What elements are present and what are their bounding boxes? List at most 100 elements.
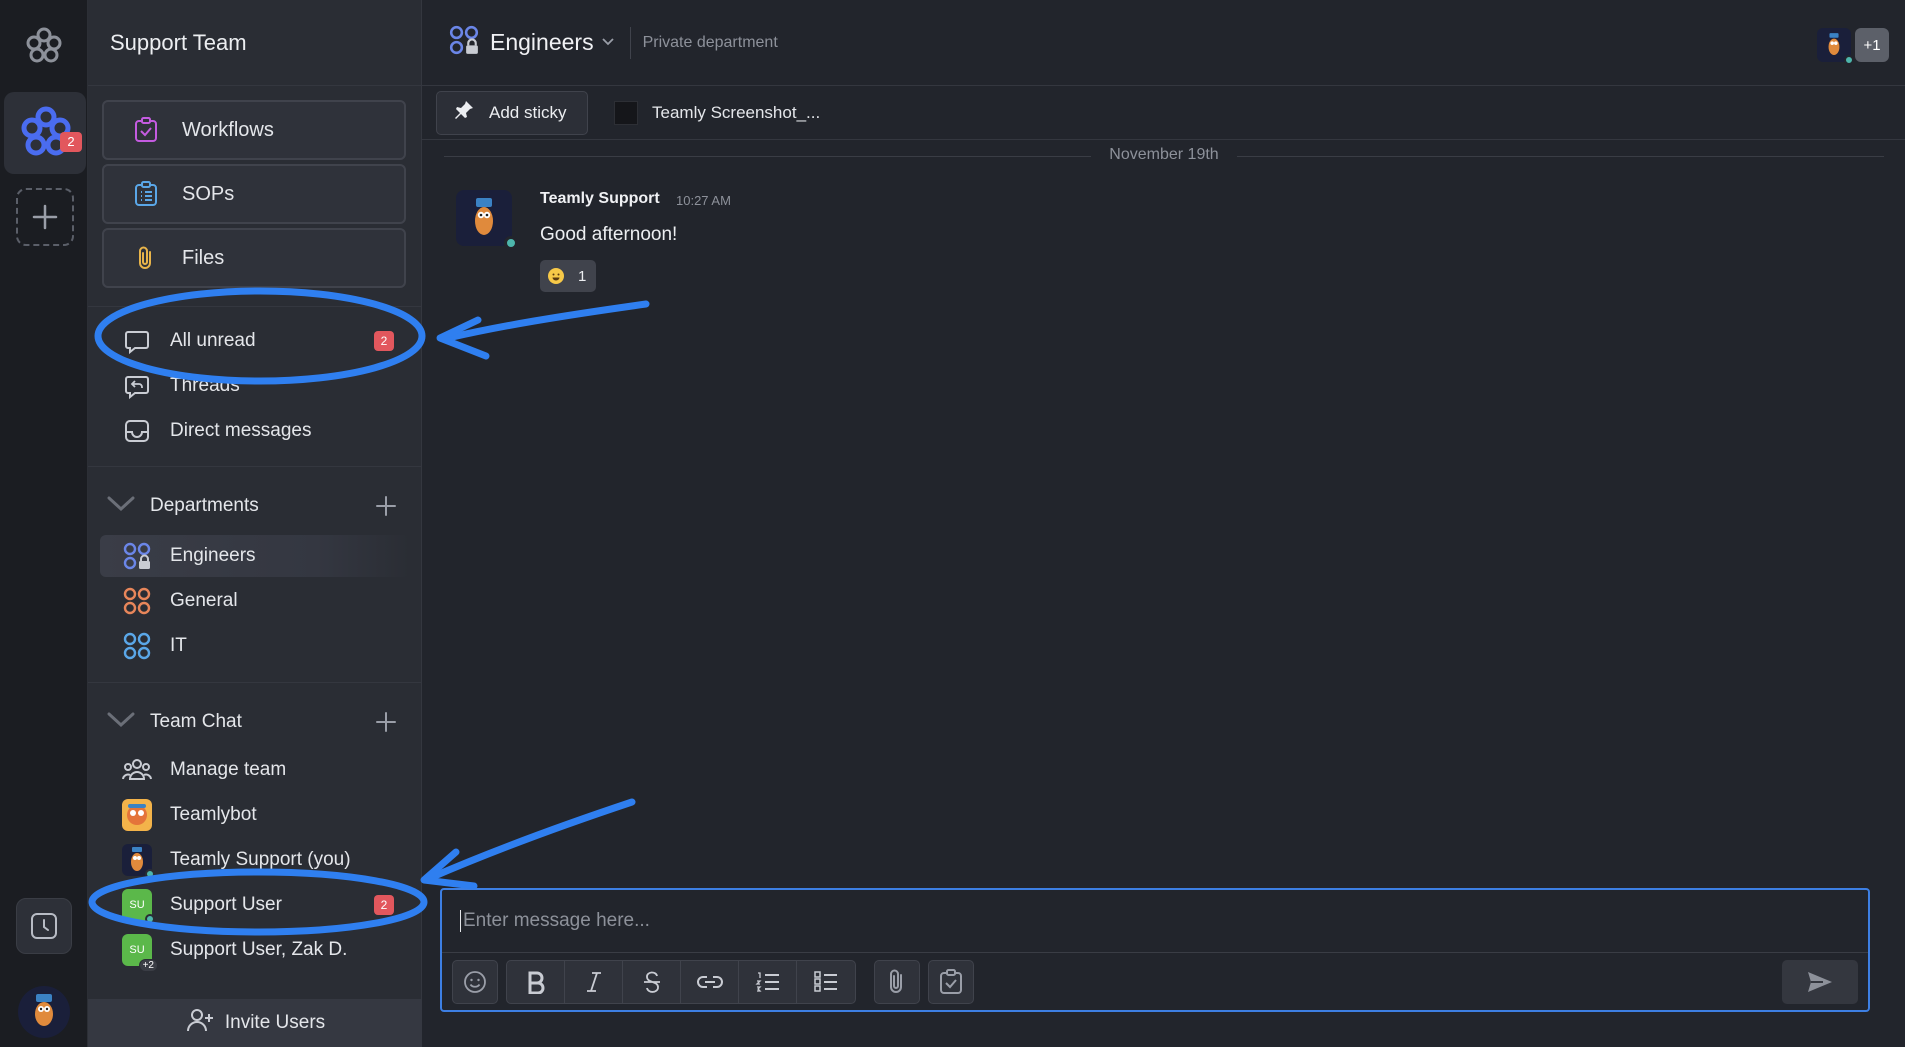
- teamly-support-avatar: [122, 844, 155, 879]
- workflows-button[interactable]: Workflows: [102, 100, 406, 160]
- add-chat-icon[interactable]: [374, 710, 398, 740]
- numbered-list-button[interactable]: [739, 961, 797, 1003]
- workspace-support-team[interactable]: 2: [4, 92, 86, 174]
- bullet-list-button[interactable]: [797, 961, 855, 1003]
- workspace-title: Support Team: [88, 0, 421, 86]
- sticky-toolbar: Add sticky Teamly Screenshot_...: [422, 86, 1905, 140]
- files-label: Files: [182, 246, 225, 269]
- department-general-label: General: [170, 590, 238, 611]
- divider: [629, 26, 631, 59]
- departments-header[interactable]: Departments: [100, 486, 410, 526]
- reaction-chip[interactable]: 1: [540, 260, 596, 292]
- emoji-button[interactable]: [453, 961, 497, 1003]
- italic-icon: [586, 972, 601, 992]
- inbox-icon: [122, 416, 152, 446]
- message-author-avatar[interactable]: [456, 190, 518, 250]
- task-group: [928, 960, 974, 1004]
- threads-icon: [122, 371, 152, 401]
- chat-teamlybot[interactable]: Teamlybot: [100, 794, 410, 836]
- department-lock-icon: [122, 541, 152, 571]
- message-author[interactable]: Teamly Support: [540, 190, 660, 208]
- emoji-group: [452, 960, 498, 1004]
- chat-support-user-zak[interactable]: SU +2 Support User, Zak D.: [100, 929, 410, 972]
- history-button[interactable]: [16, 898, 72, 954]
- divider: [88, 466, 422, 467]
- add-sticky-button[interactable]: Add sticky: [436, 90, 588, 135]
- smiley-icon: [464, 971, 486, 993]
- add-task-button[interactable]: [929, 961, 973, 1003]
- chat-support-user-zak-label: Support User, Zak D.: [170, 939, 348, 960]
- add-sticky-label: Add sticky: [489, 102, 567, 122]
- bold-icon: [528, 971, 544, 994]
- grinning-emoji-icon: [548, 268, 564, 284]
- file-tab[interactable]: Teamly Screenshot_...: [614, 100, 821, 125]
- member-avatar[interactable]: [1817, 28, 1854, 65]
- main-panel: Engineers Private department +1 Add stic…: [422, 0, 1905, 1047]
- chat-manage-team[interactable]: Manage team: [100, 749, 410, 791]
- invite-users-button[interactable]: Invite Users: [88, 999, 422, 1047]
- sops-label: SOPs: [182, 182, 235, 205]
- chat-bubble-icon: [122, 326, 152, 356]
- add-workspace-button[interactable]: [16, 188, 74, 246]
- clock-icon: [31, 913, 57, 939]
- department-general[interactable]: General: [100, 580, 410, 622]
- files-button[interactable]: Files: [102, 228, 406, 288]
- link-button[interactable]: [681, 961, 739, 1003]
- channel-title[interactable]: Engineers: [490, 29, 594, 56]
- team-chat-title: Team Chat: [150, 711, 242, 732]
- extra-members-count: +2: [138, 959, 158, 972]
- divider: [442, 952, 1868, 953]
- plus-icon: [32, 204, 58, 230]
- teamlybot-avatar: [122, 799, 152, 831]
- message-input-placeholder: Enter message here...: [463, 910, 650, 932]
- message-composer: Enter message here...: [440, 888, 1870, 1012]
- clipboard-check-icon: [940, 969, 962, 994]
- link-icon: [696, 976, 723, 988]
- attach-file-button[interactable]: [875, 961, 919, 1003]
- send-button[interactable]: [1782, 960, 1858, 1004]
- workspace-unread-badge: 2: [60, 132, 82, 152]
- format-group: [506, 960, 856, 1004]
- divider: [88, 682, 422, 683]
- chat-support-user[interactable]: SU Support User 2: [100, 884, 410, 926]
- nav-all-unread[interactable]: All unread 2: [100, 320, 410, 362]
- more-members-button[interactable]: +1: [1855, 28, 1889, 62]
- sops-button[interactable]: SOPs: [102, 164, 406, 224]
- department-icon: [122, 631, 152, 661]
- message-input[interactable]: Enter message here...: [460, 910, 650, 932]
- channel-subtitle: Private department: [642, 33, 778, 51]
- teamly-logo-icon: [22, 24, 66, 68]
- strikethrough-button[interactable]: [623, 961, 681, 1003]
- bold-button[interactable]: [507, 961, 565, 1003]
- department-engineers-label: Engineers: [170, 545, 256, 566]
- numbered-list-icon: [754, 972, 779, 992]
- chat-teamlybot-label: Teamlybot: [170, 804, 257, 825]
- workspace-rail: 2: [0, 0, 88, 1047]
- workflows-label: Workflows: [182, 118, 274, 141]
- add-department-icon[interactable]: [374, 494, 398, 524]
- chat-support-user-label: Support User: [170, 894, 282, 915]
- attach-group: [874, 960, 920, 1004]
- avatar-initials: SU: [129, 944, 145, 956]
- unread-count-badge: 2: [374, 895, 394, 915]
- online-status-dot: [504, 236, 518, 250]
- file-tab-label: Teamly Screenshot_...: [652, 102, 821, 122]
- departments-title: Departments: [150, 495, 259, 516]
- department-it[interactable]: IT: [100, 625, 410, 667]
- user-avatar[interactable]: [18, 986, 70, 1038]
- chevron-down-icon[interactable]: [600, 34, 616, 52]
- add-user-icon: [185, 1006, 215, 1040]
- chevron-down-icon: [106, 709, 140, 735]
- paperclip-icon: [130, 242, 162, 274]
- team-chat-header[interactable]: Team Chat: [100, 702, 410, 742]
- italic-button[interactable]: [565, 961, 623, 1003]
- unread-count-badge: 2: [374, 331, 394, 351]
- department-icon: [122, 586, 152, 616]
- department-engineers[interactable]: Engineers: [100, 535, 410, 577]
- nav-direct-messages[interactable]: Direct messages: [100, 410, 410, 452]
- chat-teamly-support[interactable]: Teamly Support (you): [100, 839, 410, 881]
- nav-threads[interactable]: Threads: [100, 365, 410, 407]
- strikethrough-icon: [643, 971, 660, 993]
- message-timestamp: 10:27 AM: [676, 193, 731, 208]
- robot-mascot-icon: [35, 994, 53, 1026]
